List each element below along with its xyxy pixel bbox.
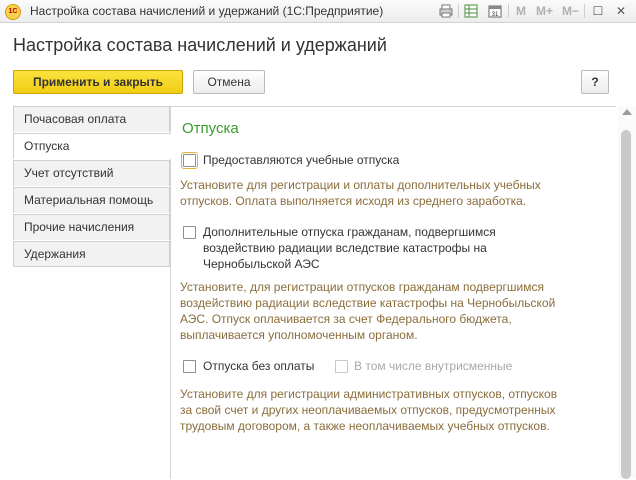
nav-item-deductions[interactable]: Удержания [13, 241, 170, 267]
unpaid-leave-checkbox[interactable] [183, 360, 196, 373]
study-leave-hint: Установите для регистрации и оплаты допо… [180, 177, 541, 209]
study-leave-label[interactable]: Предоставляются учебные отпуска [203, 152, 399, 168]
nav-item-hourly-pay[interactable]: Почасовая оплата [13, 106, 170, 132]
hint-line: Установите, для регистрации отпусков гра… [180, 280, 544, 294]
memory-plus-button[interactable]: M+ [536, 4, 553, 18]
hint-line: отпусков. Оплата выполняется исходя из с… [180, 194, 527, 208]
hint-line: АЭС. Отпуск оплачивается за счет Федерал… [180, 312, 512, 326]
close-button[interactable]: ✕ [612, 2, 630, 20]
calendar-day: 31 [492, 12, 499, 18]
page-title: Настройка состава начислений и удержаний [13, 35, 387, 55]
section-nav: Почасовая оплата Отпуска Учет отсутствий… [13, 106, 171, 479]
nav-item-financial-aid[interactable]: Материальная помощь [13, 187, 170, 213]
table-icon[interactable] [462, 2, 480, 20]
calendar-icon[interactable]: 31 [486, 2, 504, 20]
chernobyl-leave-hint: Установите, для регистрации отпусков гра… [180, 279, 555, 343]
chernobyl-leave-checkbox[interactable] [183, 226, 196, 239]
nav-item-other-accruals[interactable]: Прочие начисления [13, 214, 170, 240]
help-button[interactable]: ? [581, 70, 609, 94]
memory-m-button[interactable]: M [516, 4, 526, 18]
scroll-up-arrow-icon[interactable] [622, 109, 632, 115]
intra-shift-checkbox[interactable] [335, 360, 348, 373]
label-line: Чернобыльской АЭС [203, 257, 320, 271]
maximize-button[interactable]: ☐ [589, 2, 607, 20]
hint-line: воздействию радиации вследствие катастро… [180, 296, 556, 310]
hint-line: за свой счет и других неоплачиваемых отп… [180, 403, 556, 417]
hint-line: Установите для регистрации административ… [180, 387, 558, 401]
app-logo-icon: 1С [5, 4, 21, 20]
chernobyl-leave-label[interactable]: Дополнительные отпуска гражданам, подвер… [203, 224, 496, 272]
toolbar-separator [508, 4, 509, 18]
toolbar-separator [458, 4, 459, 18]
unpaid-leave-hint: Установите для регистрации административ… [180, 386, 557, 434]
vacations-panel: Отпуска Предоставляются учебные отпуска … [170, 106, 616, 480]
unpaid-leave-label[interactable]: Отпуска без оплаты [203, 358, 314, 374]
label-line: Дополнительные отпуска гражданам, подвер… [203, 225, 496, 239]
hint-line: Установите для регистрации и оплаты допо… [180, 178, 541, 192]
apply-close-button[interactable]: Применить и закрыть [13, 70, 183, 94]
vertical-scrollbar[interactable] [618, 106, 636, 479]
cancel-button[interactable]: Отмена [193, 70, 265, 94]
memory-minus-button[interactable]: M− [562, 4, 579, 18]
toolbar-separator [584, 4, 585, 18]
section-title: Отпуска [182, 120, 239, 137]
hint-line: выплачивается уполномоченным органом. [180, 328, 418, 342]
print-icon[interactable] [437, 2, 455, 20]
intra-shift-label[interactable]: В том числе внутрисменные [354, 358, 512, 374]
scrollbar-thumb[interactable] [621, 130, 631, 479]
study-leave-checkbox[interactable] [181, 152, 198, 169]
label-line: воздействию радиации вследствие катастро… [203, 241, 487, 255]
nav-item-vacations[interactable]: Отпуска [13, 133, 171, 159]
nav-item-absences[interactable]: Учет отсутствий [13, 160, 170, 186]
window-titlebar: 1С Настройка состава начислений и удержа… [0, 0, 636, 23]
window-title: Настройка состава начислений и удержаний… [30, 4, 384, 18]
hint-line: трудовым договором, а также неоплачиваем… [180, 419, 550, 433]
